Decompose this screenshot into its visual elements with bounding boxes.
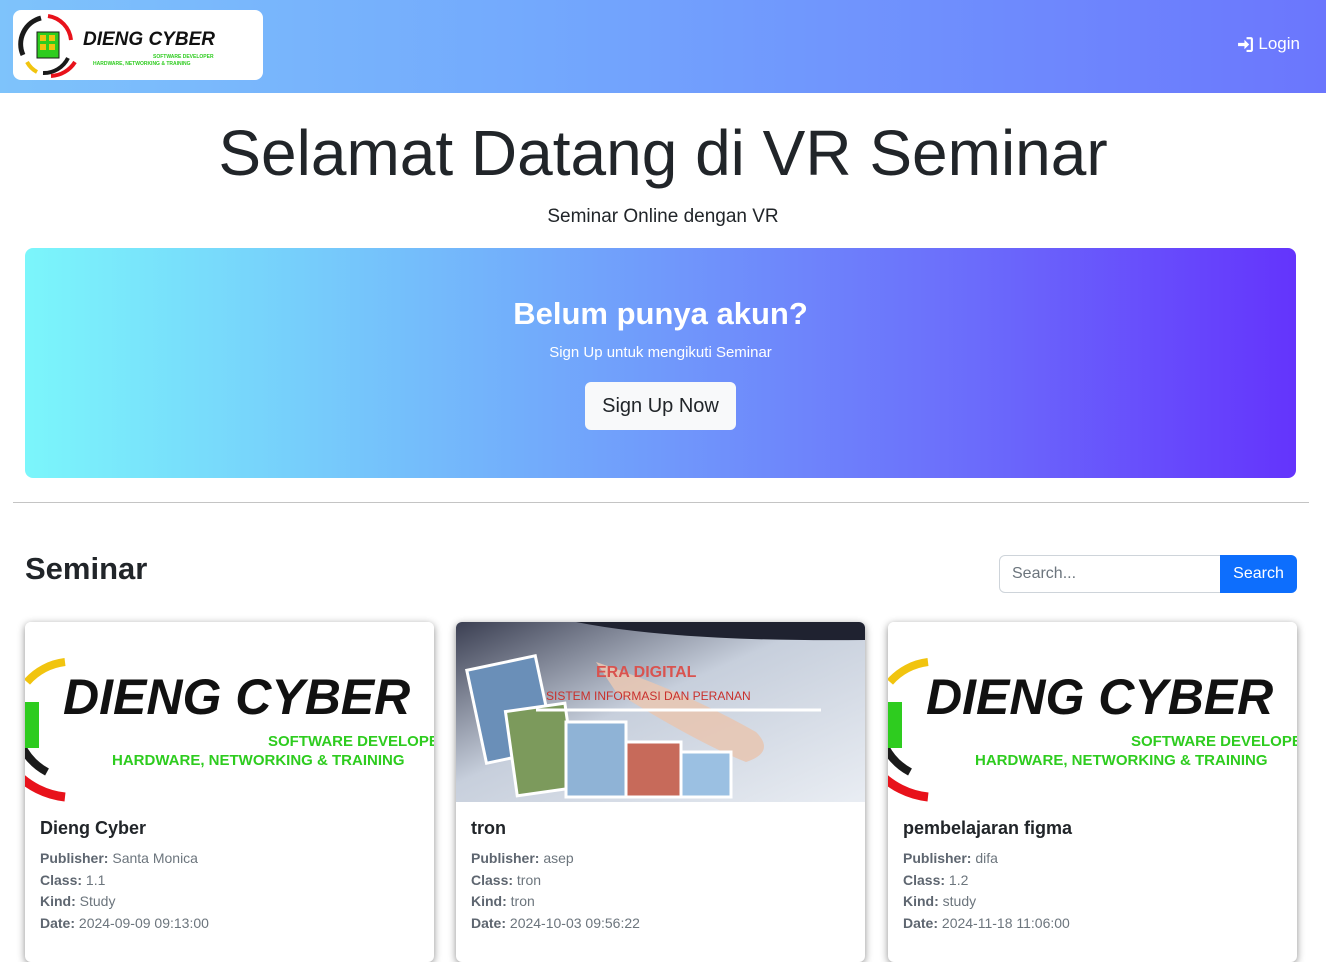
seminar-card-title: pembelajaran figma [903,818,1073,838]
signup-panel: Belum punya akun? Sign Up untuk mengikut… [25,248,1296,478]
page-title: Selamat Datang di VR Seminar [218,117,1108,189]
seminar-card[interactable]: DIENG CYBER SOFTWARE DEVELOPER HARDWARE,… [25,622,434,962]
seminar-heading: Seminar [25,551,148,586]
seminar-card-title: Dieng Cyber [40,818,147,838]
seminar-card-kind: Kind: Study [40,893,116,909]
svg-text:SOFTWARE DEVELOPER: SOFTWARE DEVELOPER [268,733,434,750]
svg-text:DIENG CYBER: DIENG CYBER [63,669,410,725]
signup-button[interactable]: Sign Up Now [585,382,736,430]
seminar-card[interactable]: DIENG CYBER SOFTWARE DEVELOPER HARDWARE,… [888,622,1297,962]
seminar-card-image: ERA DIGITAL SISTEM INFORMASI DAN PERANAN [456,622,865,802]
svg-text:SOFTWARE DEVELOPER: SOFTWARE DEVELOPER [1131,733,1297,750]
seminar-card-kind: Kind: tron [471,893,535,909]
search-button[interactable]: Search [1220,555,1297,593]
signup-text: Sign Up untuk mengikuti Seminar [549,344,772,361]
search-input[interactable] [999,555,1221,593]
seminar-card-date: Date: 2024-11-18 11:06:00 [903,915,1070,931]
seminar-card-class: Class: 1.1 [40,872,106,888]
dieng-cyber-logo-image: DIENG CYBER SOFTWARE DEVELOPER HARDWARE,… [18,14,215,78]
seminar-card-image: DIENG CYBER SOFTWARE DEVELOPER HARDWARE,… [888,622,1297,802]
svg-text:DIENG CYBER: DIENG CYBER [83,29,215,50]
svg-text:SOFTWARE DEVELOPER: SOFTWARE DEVELOPER [153,54,214,60]
seminar-card-class: Class: tron [471,872,542,888]
page-subtitle: Seminar Online dengan VR [547,206,779,227]
navbar: DIENG CYBER SOFTWARE DEVELOPER HARDWARE,… [0,0,1326,93]
signup-title: Belum punya akun? [513,296,808,331]
svg-text:ERA DIGITAL: ERA DIGITAL [596,664,697,681]
seminar-card-date: Date: 2024-10-03 09:56:22 [471,915,640,931]
seminar-card-publisher: Publisher: asep [471,850,574,866]
seminar-card-kind: Kind: study [903,893,977,909]
login-label: Login [1258,34,1300,53]
sign-in-icon [1238,36,1254,52]
seminar-card-date: Date: 2024-09-09 09:13:00 [40,915,209,931]
svg-text:HARDWARE, NETWORKING & TRAININ: HARDWARE, NETWORKING & TRAINING [112,752,405,769]
section-divider [13,502,1309,503]
seminar-card-class: Class: 1.2 [903,872,969,888]
seminar-card-image: DIENG CYBER SOFTWARE DEVELOPER HARDWARE,… [25,622,434,802]
seminar-card-publisher: Publisher: difa [903,850,998,866]
seminar-card-publisher: Publisher: Santa Monica [40,850,198,866]
seminar-card-title: tron [471,818,506,838]
brand-logo[interactable]: DIENG CYBER SOFTWARE DEVELOPER HARDWARE,… [13,10,263,80]
svg-text:HARDWARE, NETWORKING & TRAININ: HARDWARE, NETWORKING & TRAINING [975,752,1268,769]
svg-text:HARDWARE, NETWORKING & TRAININ: HARDWARE, NETWORKING & TRAINING [93,61,191,67]
svg-text:DIENG CYBER: DIENG CYBER [926,669,1273,725]
seminar-card[interactable]: ERA DIGITAL SISTEM INFORMASI DAN PERANAN… [456,622,865,962]
svg-text:SISTEM INFORMASI DAN PERANAN: SISTEM INFORMASI DAN PERANAN [546,689,751,703]
login-link[interactable]: Login [1237,34,1300,54]
